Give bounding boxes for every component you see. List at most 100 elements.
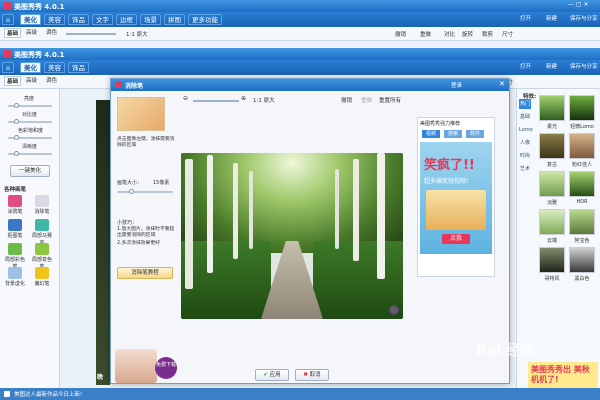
undo-button[interactable]: 撤销	[395, 30, 406, 38]
mosaic-icon	[35, 219, 49, 231]
tab-frame[interactable]: 边框	[116, 14, 137, 25]
color-brush-tool[interactable]: 局部彩色笔	[4, 243, 26, 270]
app-title: 美图秀秀 4.0.1	[14, 3, 65, 11]
cat-lomo[interactable]: Lomo	[519, 125, 533, 135]
redo-button[interactable]: 重做	[420, 30, 431, 38]
sharpness-knob[interactable]	[14, 151, 19, 156]
recolor-brush-tool[interactable]: 局部变色笔	[31, 243, 53, 270]
original-size-button[interactable]: 1:1 原大	[126, 30, 148, 38]
rotate-button[interactable]: 旋转	[462, 30, 473, 38]
dialog-close-icon[interactable]: ✕	[499, 80, 505, 88]
compare-button[interactable]: 对比	[444, 30, 455, 38]
cat-hot[interactable]: 热门	[519, 99, 531, 109]
window-controls[interactable]: — ▢ ✕	[568, 1, 596, 10]
effect-thumb[interactable]	[569, 95, 595, 121]
effect-thumb[interactable]	[539, 133, 565, 159]
brush-size-slider[interactable]	[117, 189, 173, 194]
cat-art[interactable]: 艺术	[519, 164, 531, 174]
brush-size-knob[interactable]	[129, 189, 134, 194]
main-tab-beauty[interactable]: 美容	[44, 62, 65, 73]
main-tab-ornament[interactable]: 饰品	[68, 62, 89, 73]
main-open-button[interactable]: 打开	[520, 63, 531, 72]
dialog-login[interactable]: 登录	[451, 81, 462, 89]
tutorial-button[interactable]: 消除笔教程	[117, 267, 173, 279]
promo-tab-software[interactable]: 软件	[466, 130, 484, 138]
dialog-redo-button[interactable]: 重做	[361, 96, 372, 104]
dialog-zoom-in-icon[interactable]: ⊕	[241, 95, 246, 102]
open-button[interactable]: 打开	[520, 15, 531, 24]
effect-thumb[interactable]	[539, 95, 565, 121]
subtab-basic[interactable]: 基础	[4, 28, 22, 38]
effect-label: 阿宝色	[574, 238, 590, 244]
crop-button[interactable]: 裁剪	[482, 30, 493, 38]
dialog-undo-button[interactable]: 撤销	[341, 96, 352, 104]
effect-thumb[interactable]	[539, 209, 565, 235]
brightness-slider[interactable]	[8, 103, 52, 108]
tab-ornament[interactable]: 饰品	[68, 14, 89, 25]
free-download-text: 免费下载	[155, 362, 176, 368]
tab-text[interactable]: 文字	[92, 14, 113, 25]
brightness-knob[interactable]	[14, 103, 19, 108]
cat-fashion[interactable]: 时尚	[519, 151, 531, 161]
saturation-label: 色彩饱和度	[18, 128, 44, 134]
cat-portrait[interactable]: 人像	[519, 138, 531, 148]
zoom-slider[interactable]	[66, 33, 116, 35]
cutout-label: 抠图笔	[7, 233, 23, 239]
contrast-knob[interactable]	[14, 119, 19, 124]
main-subtab-basic[interactable]: 基础	[4, 76, 22, 86]
dialog-zoom-icon[interactable]: ⊖	[183, 95, 188, 102]
saturation-knob[interactable]	[14, 135, 19, 140]
cat-basic[interactable]: 基础	[519, 112, 531, 122]
tab-more[interactable]: 更多功能	[188, 14, 222, 25]
sharpness-label: 清晰度	[22, 144, 38, 150]
effect-thumb[interactable]	[539, 171, 565, 197]
main-home-tab[interactable]: ⌂	[2, 62, 15, 73]
effect-thumb[interactable]	[569, 247, 595, 273]
main-tab-beautify[interactable]: 美化	[20, 62, 41, 73]
subtab-color[interactable]: 调色	[44, 28, 59, 38]
magic-brush-tool[interactable]: 魔幻笔	[31, 267, 53, 287]
one-key-beautify-button[interactable]: 一键美化	[10, 165, 50, 177]
effect-thumb[interactable]	[569, 171, 595, 197]
size-button[interactable]: 尺寸	[502, 30, 513, 38]
promo-ad-button[interactable]: 点我	[442, 234, 470, 244]
cancel-button[interactable]: ✖ 取消	[295, 369, 329, 381]
apply-button[interactable]: ✔ 应用	[255, 369, 289, 381]
main-subtab-color[interactable]: 调色	[44, 76, 59, 86]
main-new-button[interactable]: 新建	[546, 63, 557, 72]
dialog-original-button[interactable]: 1:1 原大	[253, 96, 275, 104]
blur-bg-tool[interactable]: 背景虚化	[4, 267, 26, 287]
effect-thumb[interactable]	[539, 247, 565, 273]
eraser-brush-tool[interactable]: 消除笔	[31, 195, 53, 215]
dialog-canvas[interactable]	[181, 153, 403, 319]
tab-scene[interactable]: 场景	[140, 14, 161, 25]
doodle-brush-tool[interactable]: 涂鸦笔	[4, 195, 26, 215]
promo-tab-video[interactable]: 视频	[422, 130, 440, 138]
main-canvas-text: 晚	[97, 374, 104, 381]
main-subtab-advanced[interactable]: 高级	[24, 76, 39, 86]
new-button[interactable]: 新建	[546, 15, 557, 24]
dialog-zoom-slider[interactable]	[193, 100, 239, 102]
subtab-advanced[interactable]: 高级	[24, 28, 39, 38]
trunk	[377, 153, 385, 279]
promo-tab-search[interactable]: 搜索	[444, 130, 462, 138]
tab-beautify[interactable]: 美化	[20, 14, 41, 25]
promo-ad[interactable]: 笑疯了!! 超多爆笑短视频! 点我	[420, 142, 492, 254]
home-tab[interactable]: ⌂	[2, 14, 15, 25]
trunk	[249, 171, 253, 249]
cutout-brush-tool[interactable]: 抠图笔	[4, 219, 26, 239]
sharpness-slider[interactable]	[8, 151, 52, 156]
effect-thumb[interactable]	[569, 209, 595, 235]
effect-label: 淡雅	[546, 200, 557, 206]
effect-thumb[interactable]	[569, 133, 595, 159]
magic-wand-icon	[35, 267, 49, 279]
saturation-slider[interactable]	[8, 135, 52, 140]
free-download-badge[interactable]: 免费下载	[155, 357, 177, 379]
dialog-reset-button[interactable]: 重置所有	[379, 96, 401, 104]
mosaic-brush-tool[interactable]: 局部马赛克	[31, 219, 53, 246]
main-save-button[interactable]: 保存与分享	[570, 63, 598, 72]
save-share-button[interactable]: 保存与分享	[570, 15, 598, 24]
contrast-slider[interactable]	[8, 119, 52, 124]
tab-beauty[interactable]: 美容	[44, 14, 65, 25]
tab-collage[interactable]: 拼图	[164, 14, 185, 25]
